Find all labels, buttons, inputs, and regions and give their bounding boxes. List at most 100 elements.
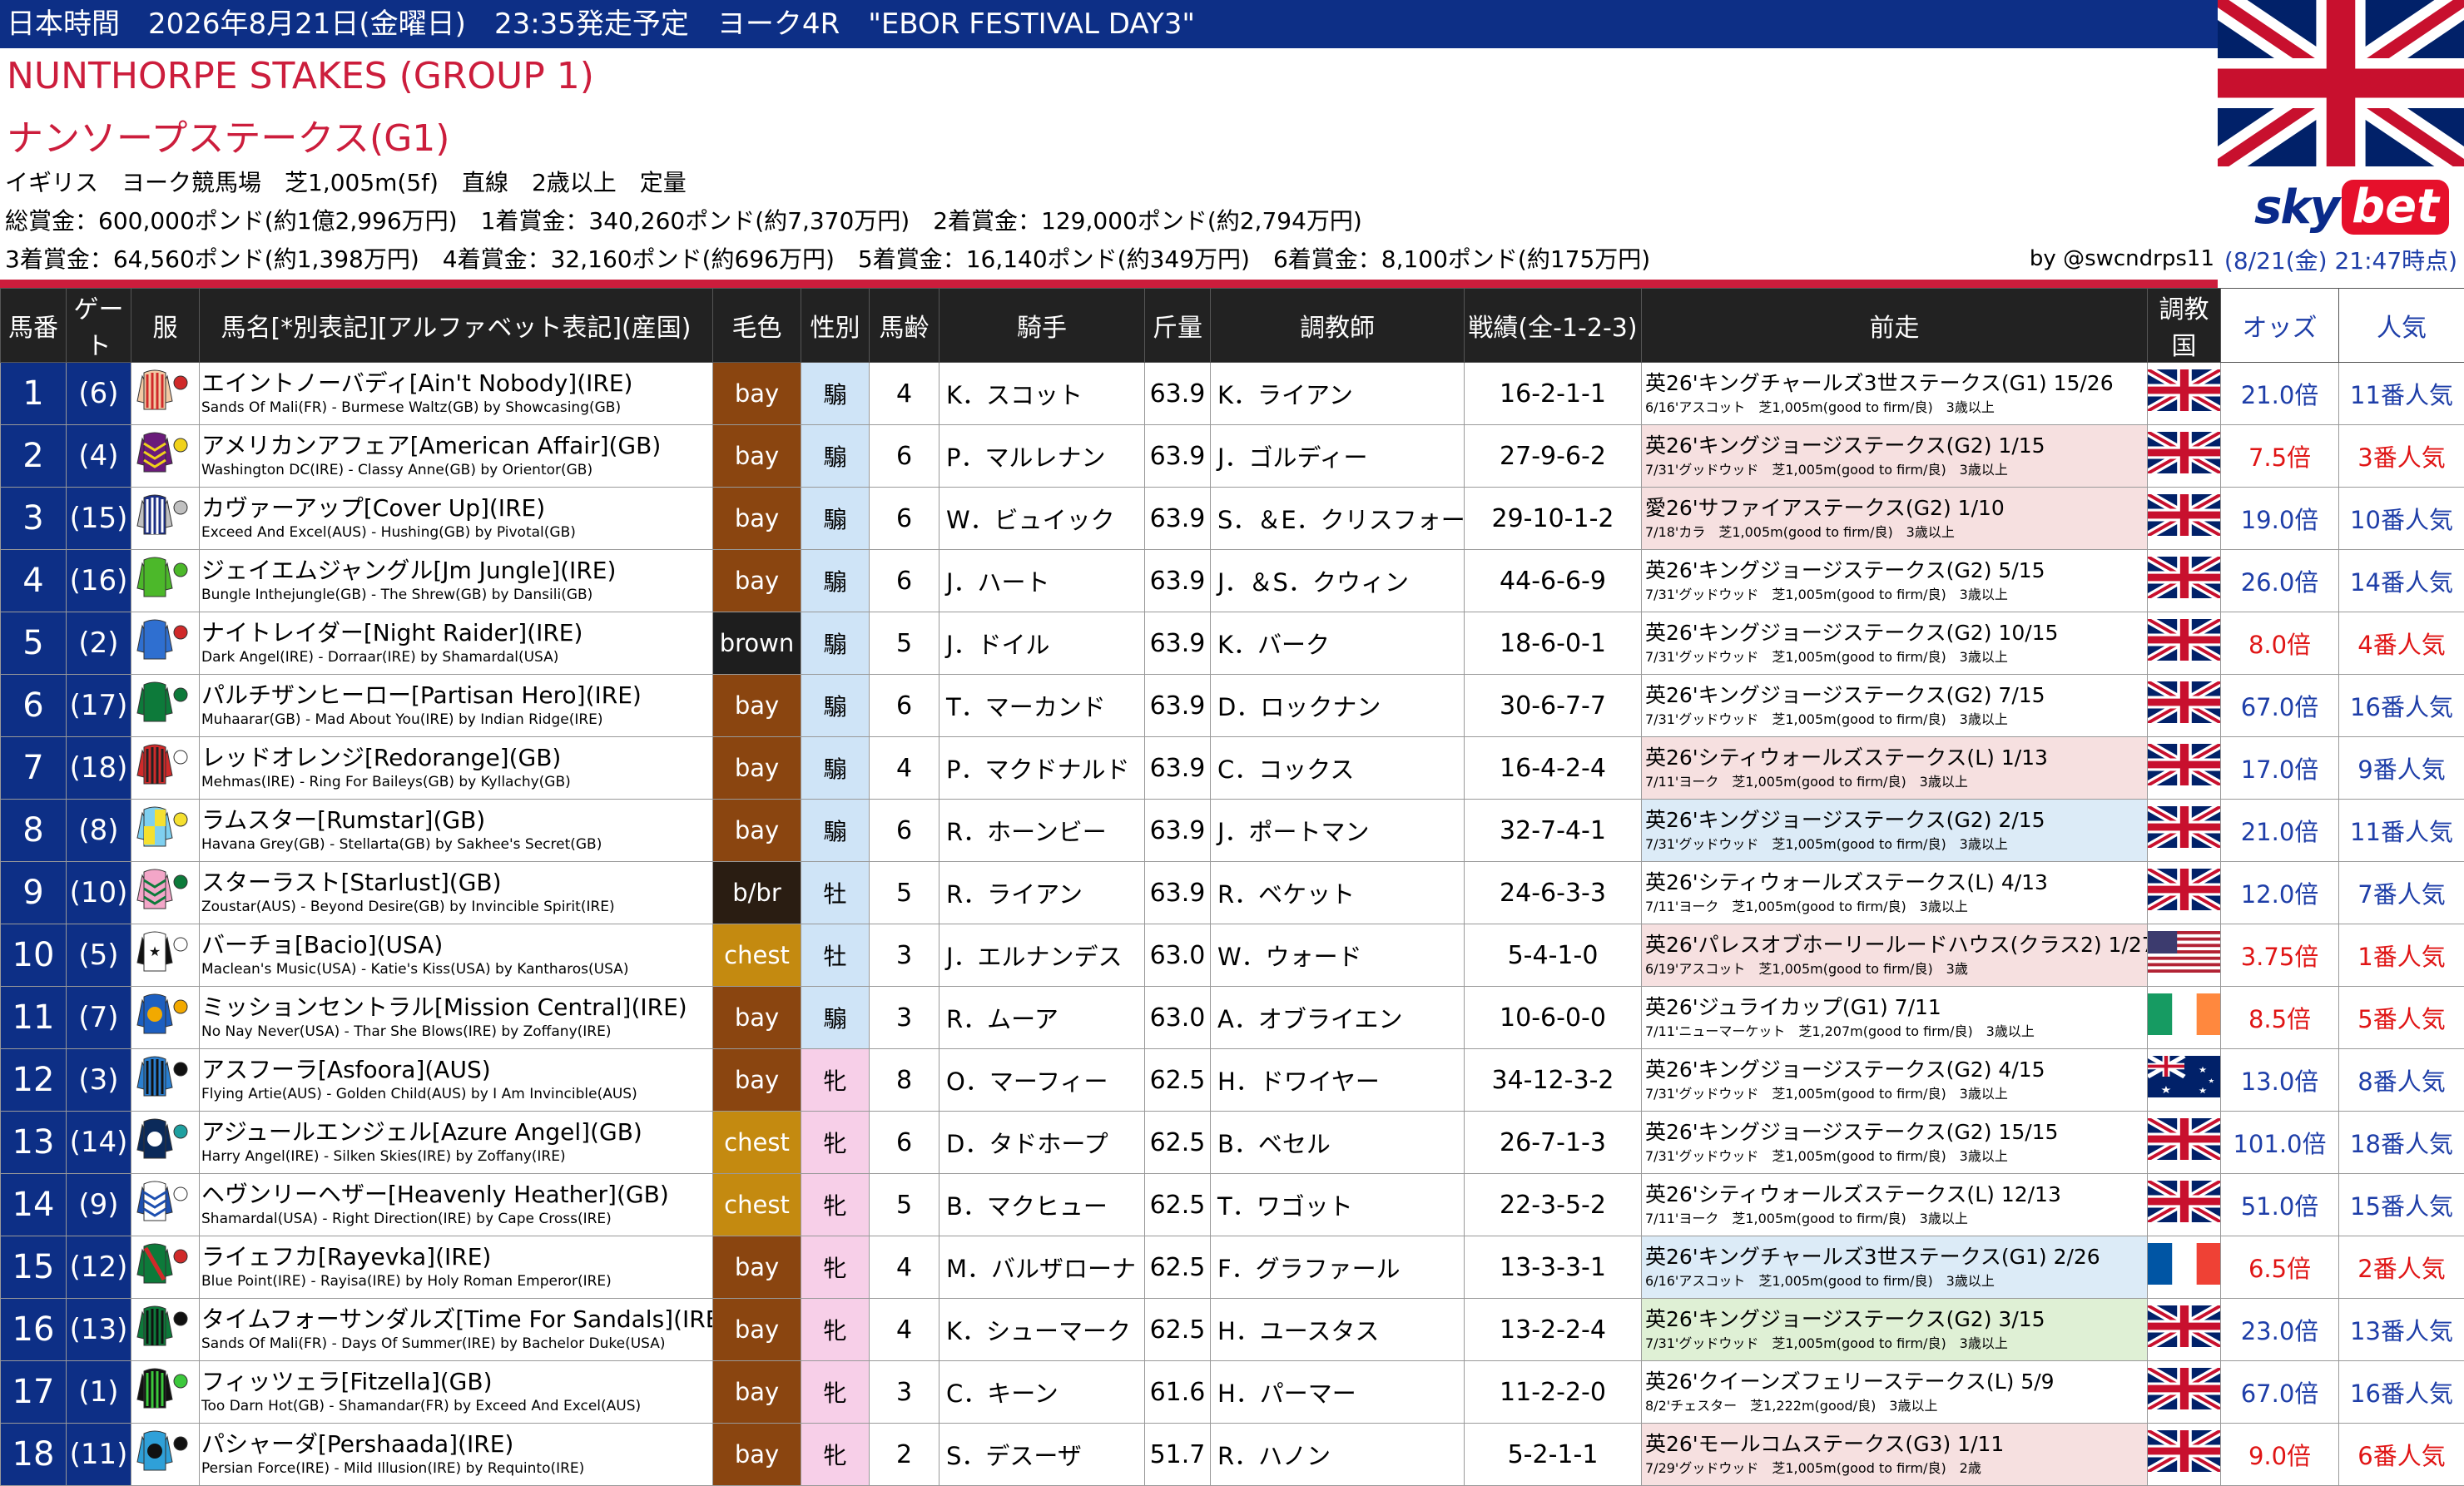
coat-color: bay bbox=[713, 363, 801, 425]
previous-race: 英26'パレスオブホーリールードハウス(クラス2) 1/27 bbox=[1645, 931, 2147, 959]
horse-name-cell: バーチョ[Bacio](USA)Maclean's Music(USA) - K… bbox=[200, 924, 713, 987]
age: 6 bbox=[870, 550, 939, 612]
previous-race-cell: 英26'ジュライカップ(G1) 7/117/11'ニューマーケット 芝1,207… bbox=[1642, 987, 2148, 1049]
popularity: 2番人気 bbox=[2339, 1236, 2464, 1299]
previous-race-detail: 6/19'アスコット 芝1,005m(good to firm/良) 3歳 bbox=[1645, 959, 2147, 979]
popularity: 4番人気 bbox=[2339, 612, 2464, 675]
horse-name: アメリカンアフェア[American Affair](GB) bbox=[201, 432, 712, 460]
previous-race: 英26'キングチャールズ3世ステークス(G1) 2/26 bbox=[1645, 1243, 2147, 1271]
horse-name-cell: レッドオレンジ[Redorange](GB)Mehmas(IRE) - Ring… bbox=[200, 737, 713, 800]
jockey: B．マクヒュー bbox=[939, 1174, 1145, 1236]
previous-race: 英26'シティウォールズステークス(L) 4/13 bbox=[1645, 869, 2147, 897]
horse-name: バーチョ[Bacio](USA) bbox=[201, 931, 712, 959]
horse-number: 6 bbox=[1, 675, 67, 737]
jockey: W．ビュイック bbox=[939, 488, 1145, 550]
record: 30-6-7-7 bbox=[1465, 675, 1642, 737]
horse-name: ヘヴンリーヘザー[Heavenly Heather](GB) bbox=[201, 1181, 712, 1209]
previous-race: 英26'キングジョージステークス(G2) 4/15 bbox=[1645, 1056, 2147, 1084]
previous-race-cell: 英26'キングチャールズ3世ステークス(G1) 15/266/16'アスコット … bbox=[1642, 363, 2148, 425]
age: 3 bbox=[870, 924, 939, 987]
previous-race-detail: 7/31'グッドウッド 芝1,005m(good to firm/良) 3歳以上 bbox=[1645, 1334, 2147, 1354]
trainer: H．パーマー bbox=[1211, 1361, 1465, 1424]
previous-race: 英26'キングジョージステークス(G2) 10/15 bbox=[1645, 619, 2147, 647]
horse-number: 12 bbox=[1, 1049, 67, 1112]
jockey: K．スコット bbox=[939, 363, 1145, 425]
odds: 21.0倍 bbox=[2221, 800, 2339, 862]
previous-race-detail: 7/31'グッドウッド 芝1,005m(good to firm/良) 3歳以上 bbox=[1645, 460, 2147, 480]
silks-icon bbox=[131, 612, 200, 675]
trainer: K．バーク bbox=[1211, 612, 1465, 675]
previous-race: 英26'キングチャールズ3世ステークス(G1) 15/26 bbox=[1645, 369, 2147, 398]
pedigree: Mehmas(IRE) - Ring For Baileys(GB) by Ky… bbox=[201, 772, 712, 792]
previous-race-cell: 英26'シティウォールズステークス(L) 4/137/11'ヨーク 芝1,005… bbox=[1642, 862, 2148, 924]
odds: 12.0倍 bbox=[2221, 862, 2339, 924]
horse-number: 11 bbox=[1, 987, 67, 1049]
silks-icon bbox=[131, 425, 200, 488]
coat-color: b/br bbox=[713, 862, 801, 924]
horse-name: レッドオレンジ[Redorange](GB) bbox=[201, 744, 712, 772]
silks-icon: ★ bbox=[131, 924, 200, 987]
col-silks: 服 bbox=[131, 289, 200, 363]
col-gate: ゲート bbox=[67, 289, 131, 363]
col-coat: 毛色 bbox=[713, 289, 801, 363]
sex: 騸 bbox=[801, 737, 870, 800]
sex: 騸 bbox=[801, 800, 870, 862]
pedigree: Persian Force(IRE) - Mild Illusion(IRE) … bbox=[201, 1459, 712, 1479]
record: 44-6-6-9 bbox=[1465, 550, 1642, 612]
trainer: J．ポートマン bbox=[1211, 800, 1465, 862]
previous-race: 英26'クイーンズフェリーステークス(L) 5/9 bbox=[1645, 1368, 2147, 1396]
previous-race-detail: 7/31'グッドウッド 芝1,005m(good to firm/良) 3歳以上 bbox=[1645, 710, 2147, 730]
pedigree: Shamardal(USA) - Right Direction(IRE) by… bbox=[201, 1209, 712, 1229]
horse-number: 7 bbox=[1, 737, 67, 800]
jockey: K．シューマーク bbox=[939, 1299, 1145, 1361]
age: 5 bbox=[870, 612, 939, 675]
sex: 騸 bbox=[801, 987, 870, 1049]
jockey: P．マクドナルド bbox=[939, 737, 1145, 800]
silks-icon bbox=[131, 1049, 200, 1112]
horse-name: パシャーダ[Pershaada](IRE) bbox=[201, 1430, 712, 1459]
age: 6 bbox=[870, 675, 939, 737]
previous-race-detail: 7/11'ニューマーケット 芝1,207m(good to firm/良) 3歳… bbox=[1645, 1022, 2147, 1042]
weight: 62.5 bbox=[1145, 1174, 1211, 1236]
trainer: B．ベセル bbox=[1211, 1112, 1465, 1174]
popularity: 7番人気 bbox=[2339, 862, 2464, 924]
weight: 63.9 bbox=[1145, 550, 1211, 612]
sex: 騸 bbox=[801, 425, 870, 488]
divider bbox=[0, 280, 2218, 288]
col-trainer: 調教師 bbox=[1211, 289, 1465, 363]
record: 16-2-1-1 bbox=[1465, 363, 1642, 425]
horse-name: ナイトレイダー[Night Raider](IRE) bbox=[201, 619, 712, 647]
gate-number: (8) bbox=[67, 800, 131, 862]
previous-race-detail: 7/11'ヨーク 芝1,005m(good to firm/良) 3歳以上 bbox=[1645, 772, 2147, 792]
col-age: 馬齢 bbox=[870, 289, 939, 363]
pedigree: Too Darn Hot(GB) - Shamandar(FR) by Exce… bbox=[201, 1396, 712, 1416]
table-row: 3(15)カヴァーアップ[Cover Up](IRE)Exceed And Ex… bbox=[1, 488, 2464, 550]
silks-icon bbox=[131, 737, 200, 800]
trainer: D．ロックナン bbox=[1211, 675, 1465, 737]
previous-race: 愛26'サファイアステークス(G2) 1/10 bbox=[1645, 494, 2147, 523]
trainer: S．＆E．クリスフォード bbox=[1211, 488, 1465, 550]
age: 4 bbox=[870, 1236, 939, 1299]
previous-race-cell: 英26'キングチャールズ3世ステークス(G1) 2/266/16'アスコット 芝… bbox=[1642, 1236, 2148, 1299]
sex: 騸 bbox=[801, 675, 870, 737]
previous-race: 英26'キングジョージステークス(G2) 1/15 bbox=[1645, 432, 2147, 460]
popularity: 9番人気 bbox=[2339, 737, 2464, 800]
gate-number: (1) bbox=[67, 1361, 131, 1424]
pedigree: Blue Point(IRE) - Rayisa(IRE) by Holy Ro… bbox=[201, 1271, 712, 1291]
pedigree: Washington DC(IRE) - Classy Anne(GB) by … bbox=[201, 460, 712, 480]
gate-number: (7) bbox=[67, 987, 131, 1049]
previous-race: 英26'キングジョージステークス(G2) 3/15 bbox=[1645, 1305, 2147, 1334]
age: 3 bbox=[870, 987, 939, 1049]
silks-icon bbox=[131, 1424, 200, 1486]
weight: 63.9 bbox=[1145, 488, 1211, 550]
table-row: 8(8)ラムスター[Rumstar](GB)Havana Grey(GB) - … bbox=[1, 800, 2464, 862]
jockey: R．ライアン bbox=[939, 862, 1145, 924]
popularity: 6番人気 bbox=[2339, 1424, 2464, 1486]
weight: 63.9 bbox=[1145, 737, 1211, 800]
race-title-en: NUNTHORPE STAKES (GROUP 1) bbox=[7, 55, 594, 97]
coat-color: bay bbox=[713, 987, 801, 1049]
trainer: H．ドワイヤー bbox=[1211, 1049, 1465, 1112]
horse-number: 3 bbox=[1, 488, 67, 550]
coat-color: chest bbox=[713, 1174, 801, 1236]
col-jockey: 騎手 bbox=[939, 289, 1145, 363]
